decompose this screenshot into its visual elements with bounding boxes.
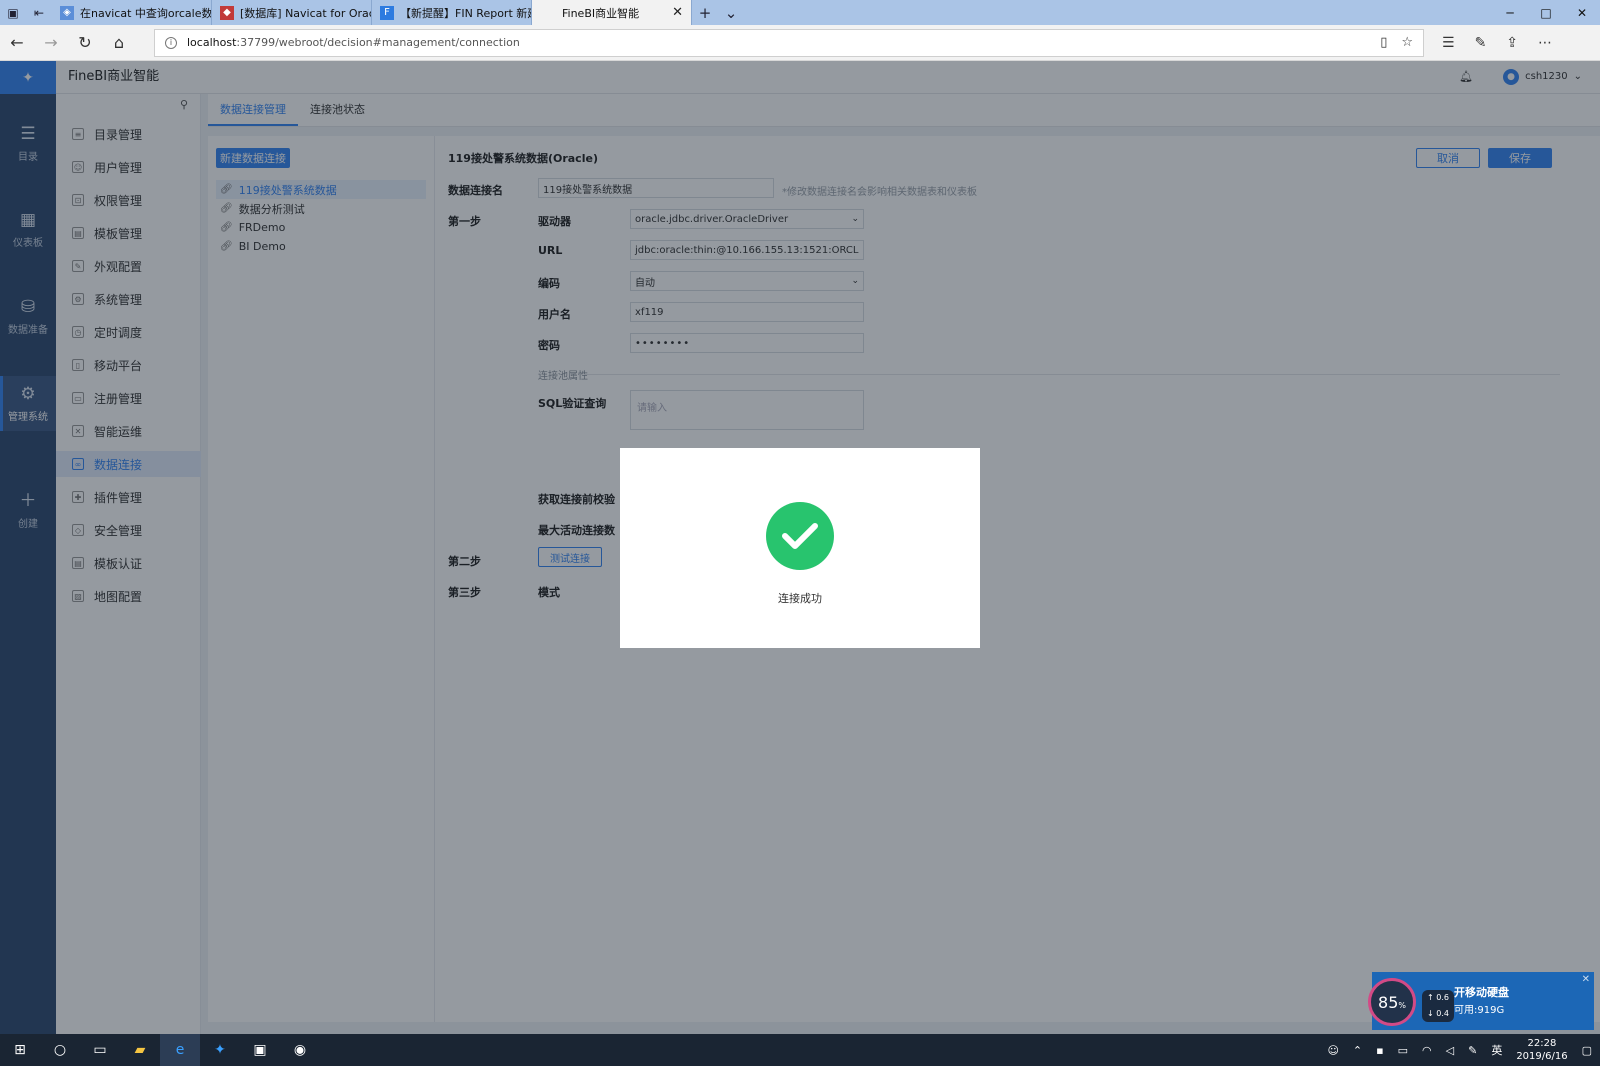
more-icon[interactable]: ⋯ [1538, 35, 1552, 51]
close-icon[interactable]: ✕ [1564, 0, 1600, 25]
favicon-icon: ◆ [220, 5, 234, 20]
disk-free: 可用:919G [1454, 1005, 1505, 1016]
info-icon[interactable]: i [165, 36, 177, 49]
search-icon[interactable]: ○ [40, 1034, 80, 1066]
file-explorer-icon[interactable]: ▰ [120, 1034, 160, 1066]
address-bar: ← → ↻ ⌂ i localhost:37799/webroot/decisi… [0, 25, 1600, 61]
windows-start-icon[interactable]: ⊞ [0, 1034, 40, 1066]
browser-tab-active[interactable]: FineBI商业智能 ✕ [532, 0, 692, 25]
browser-tab-title: 在navicat 中查询orcale数据 [80, 6, 212, 20]
favicon-icon: ◈ [60, 5, 74, 20]
download-speed: 0.4 [1436, 1009, 1449, 1018]
people-icon[interactable]: ☺ [1327, 1044, 1338, 1057]
url-input[interactable]: i localhost:37799/webroot/decision#manag… [154, 28, 1424, 57]
network-speeds: ↑ 0.6 ↓ 0.4 [1422, 990, 1454, 1022]
pen-tray-icon[interactable]: ✎ [1468, 1044, 1477, 1057]
tab-preview-icon[interactable]: ▣ [0, 0, 26, 25]
clock-date: 2019/6/16 [1516, 1051, 1568, 1062]
reading-view-icon[interactable]: ▯ [1380, 35, 1387, 50]
browser-tab-strip: ▣ ⇤ ◈ 在navicat 中查询orcale数据 ◆ [数据库] Navic… [0, 0, 1600, 25]
clock-time: 22:28 [1527, 1038, 1557, 1049]
download-arrow-icon: ↓ [1427, 1009, 1437, 1018]
pen-icon[interactable]: ✎ [1475, 35, 1487, 51]
favorites-hub-icon[interactable]: ☰ [1442, 35, 1455, 51]
notifications-icon[interactable]: ▢ [1582, 1044, 1592, 1057]
disk-widget[interactable]: 85% ↑ 0.6 ↓ 0.4 开移动硬盘 可用:919G ✕ [1368, 972, 1594, 1030]
clock[interactable]: 22:28 2019/6/16 [1516, 1037, 1567, 1063]
app-tray-icon[interactable]: ▪ [1376, 1044, 1383, 1057]
browser-tab-1[interactable]: ◈ 在navicat 中查询orcale数据 [52, 0, 212, 25]
finebi-app-icon[interactable]: ✦ [200, 1034, 240, 1066]
maximize-icon[interactable]: □ [1528, 0, 1564, 25]
upload-speed: 0.6 [1436, 993, 1449, 1002]
home-icon[interactable]: ⌂ [102, 25, 136, 61]
success-check-icon [766, 502, 834, 570]
minimize-icon[interactable]: ─ [1492, 0, 1528, 25]
ime-indicator[interactable]: 英 [1491, 1042, 1502, 1058]
chevron-up-icon[interactable]: ⌃ [1353, 1044, 1362, 1057]
browser-tab-title: 【新提醒】FIN Report 新建 [400, 6, 532, 20]
share-icon[interactable]: ⇪ [1506, 35, 1518, 51]
browser-tab-3[interactable]: F 【新提醒】FIN Report 新建 [372, 0, 532, 25]
forward-icon[interactable]: → [34, 25, 68, 61]
windows-taskbar: ⊞ ○ ▭ ▰ e ✦ ▣ ◉ ☺ ⌃ ▪ ▭ ◠ ◁ ✎ 英 22:28 20… [0, 1034, 1600, 1066]
navicat-icon[interactable]: ◉ [280, 1034, 320, 1066]
wifi-icon[interactable]: ◠ [1422, 1044, 1432, 1057]
chevron-down-icon[interactable]: ⌄ [718, 0, 744, 25]
usage-gauge: 85% [1368, 978, 1416, 1026]
close-icon[interactable]: ✕ [1582, 974, 1590, 985]
battery-icon[interactable]: ▭ [1398, 1044, 1408, 1057]
task-view-icon[interactable]: ▭ [80, 1034, 120, 1066]
back-icon[interactable]: ← [0, 25, 34, 61]
url-host: localhost [187, 36, 237, 49]
disk-title: 开移动硬盘 [1454, 986, 1509, 999]
upload-arrow-icon: ↑ [1427, 993, 1437, 1002]
system-tray: ☺ ⌃ ▪ ▭ ◠ ◁ ✎ 英 22:28 2019/6/16 ▢ [1327, 1037, 1600, 1063]
edge-browser-icon[interactable]: e [160, 1034, 200, 1066]
url-path: :37799/webroot/decision#management/conne… [236, 36, 520, 49]
usage-percent: 85 [1378, 992, 1399, 1012]
browser-tab-title: FineBI商业智能 [562, 6, 640, 20]
window-controls: ─ □ ✕ [1492, 0, 1600, 25]
close-tab-icon[interactable]: ✕ [672, 5, 683, 20]
favorite-star-icon[interactable]: ☆ [1401, 35, 1413, 50]
refresh-icon[interactable]: ↻ [68, 25, 102, 61]
success-message: 连接成功 [778, 592, 822, 605]
new-tab-icon[interactable]: + [692, 0, 718, 25]
remote-desktop-icon[interactable]: ▣ [240, 1034, 280, 1066]
browser-tab-title: [数据库] Navicat for Oracle [240, 6, 372, 20]
set-aside-tabs-icon[interactable]: ⇤ [26, 0, 52, 25]
volume-icon[interactable]: ◁ [1446, 1044, 1454, 1057]
favicon-icon: F [380, 5, 394, 20]
browser-tab-2[interactable]: ◆ [数据库] Navicat for Oracle [212, 0, 372, 25]
success-dialog: 连接成功 [620, 448, 980, 648]
